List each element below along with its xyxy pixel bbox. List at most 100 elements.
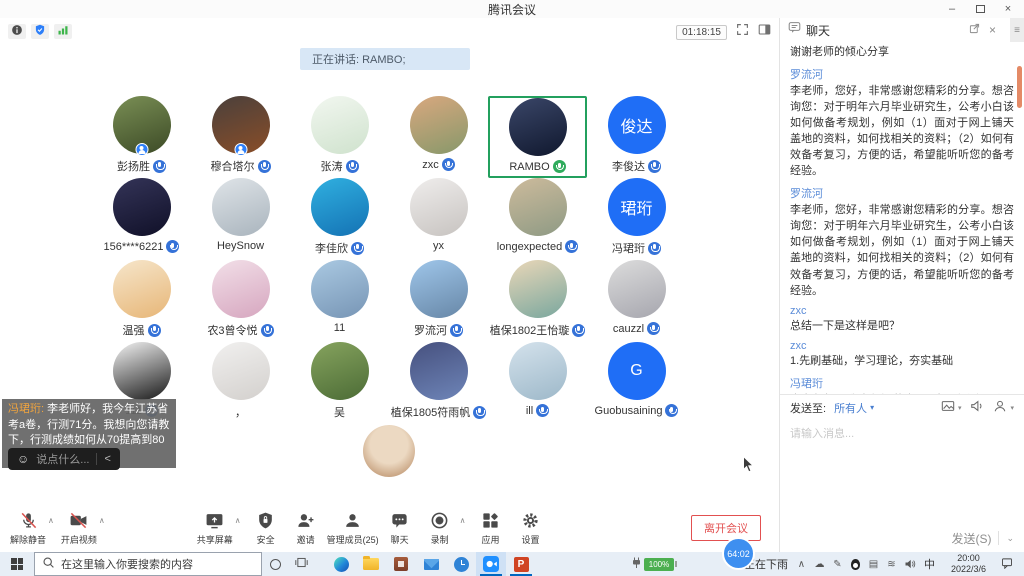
floating-call-timer[interactable]: 64:02	[722, 537, 755, 570]
network-icon[interactable]: ≋	[886, 559, 897, 570]
taskbar-app-mail[interactable]	[416, 552, 446, 576]
battery-indicator[interactable]: 100%	[632, 557, 674, 572]
participant-tile[interactable]: 俊达 李俊达	[587, 96, 686, 178]
participant-tile[interactable]: zxc	[389, 96, 488, 178]
chevron-up-icon[interactable]: ∧	[460, 516, 466, 525]
system-tray: 正在下雨 ∧☁✎▤≋ 中 20:00 2022/3/6	[744, 552, 1024, 576]
leave-meeting-button[interactable]: 离开会议	[691, 515, 761, 541]
participant-name: 李俊达	[612, 158, 645, 174]
network-quality-button[interactable]	[54, 24, 72, 39]
qq-icon[interactable]	[850, 559, 861, 570]
toolbar-apps-button[interactable]: 应用	[471, 511, 509, 546]
hidden-icons-icon[interactable]: ∧	[796, 559, 807, 570]
toolbar-settings-button[interactable]: 设置	[511, 511, 549, 546]
participant-tile[interactable]: RAMBO	[488, 96, 587, 178]
chevron-down-icon[interactable]: ▾	[1010, 404, 1014, 412]
popout-icon[interactable]	[969, 23, 980, 37]
layout-switch-icon[interactable]	[758, 23, 771, 41]
pen-icon[interactable]: ✎	[832, 559, 843, 570]
chat-input-area[interactable]: 请输入消息...	[780, 420, 1024, 524]
participant-name: 吴	[334, 404, 345, 420]
chevron-down-icon[interactable]: ▾	[958, 404, 962, 412]
participant-name: 植保1805符雨帆	[391, 404, 470, 420]
screenshot-icon[interactable]	[941, 399, 955, 416]
taskbar-app-explorer[interactable]	[356, 552, 386, 576]
taskbar-clock[interactable]: 20:00 2022/3/6	[951, 553, 986, 575]
send-button[interactable]: 发送(S)	[951, 530, 991, 547]
participant-tile[interactable]: 穆合塔尔	[191, 96, 290, 178]
fullscreen-icon[interactable]	[736, 23, 749, 41]
chat-scrollbar[interactable]	[1017, 66, 1022, 108]
participant-tile[interactable]: 彭扬胜	[92, 96, 191, 178]
mention-icon[interactable]	[993, 399, 1007, 416]
participant-tile[interactable]: G Guobusaining	[587, 342, 686, 424]
briefcase-icon[interactable]: ▤	[868, 559, 879, 570]
ime-indicator[interactable]: 中	[924, 556, 935, 572]
meeting-info-button[interactable]	[8, 24, 26, 39]
start-button[interactable]	[0, 552, 34, 576]
taskbar-search-input[interactable]: 在这里输入你要搜索的内容	[34, 552, 262, 576]
participant-tile[interactable]: 11	[290, 260, 389, 342]
emoji-icon[interactable]: ☺	[17, 453, 29, 465]
toolbar-invite-button[interactable]: 邀请	[287, 511, 325, 546]
avatar	[509, 98, 567, 156]
chevron-up-icon[interactable]: ∧	[48, 516, 54, 525]
chevron-up-icon[interactable]: ∧	[235, 516, 241, 525]
chat-close-icon[interactable]: ×	[989, 23, 996, 37]
mic-icon	[148, 324, 161, 337]
collapse-icon[interactable]: <	[104, 453, 110, 465]
participant-tile[interactable]: 植保1805符雨帆	[389, 342, 488, 424]
task-view-button[interactable]	[288, 552, 314, 576]
send-options-icon[interactable]: ⌄	[1006, 533, 1014, 544]
toolbar-mic-off-button[interactable]: 解除静音	[9, 511, 47, 546]
taskbar-app-edge[interactable]	[326, 552, 356, 576]
mic-off-icon	[19, 511, 38, 531]
quick-chat-bubble[interactable]: ☺ 说点什么... <	[8, 448, 120, 470]
taskbar-app-powerpoint[interactable]: P	[506, 552, 536, 576]
toolbar-chat-button[interactable]: 聊天	[381, 511, 419, 546]
participant-tile[interactable]: 李佳欣	[290, 178, 389, 260]
participant-tile[interactable]: 156****6221	[92, 178, 191, 260]
participant-tile[interactable]: HeySnow	[191, 178, 290, 260]
volume-icon[interactable]	[904, 558, 916, 570]
participant-tile[interactable]: longexpected	[488, 178, 587, 260]
participant-tile[interactable]: 罗流河	[389, 260, 488, 342]
participant-tile[interactable]: 农3曾令悦	[191, 260, 290, 342]
toolbar-members-button[interactable]: 管理成员(25)	[327, 511, 379, 546]
minimize-button[interactable]: –	[938, 0, 966, 18]
taskbar-app-clock[interactable]	[446, 552, 476, 576]
avatar: 俊达	[608, 96, 666, 154]
participant-name: 张涛	[321, 158, 343, 174]
participant-tile[interactable]: ill	[488, 342, 587, 424]
cloud-icon[interactable]: ☁	[814, 559, 825, 570]
invite-icon	[296, 511, 315, 531]
toolbar-shield-button[interactable]: 安全	[247, 511, 285, 546]
toolbar-record-button[interactable]: 录制	[421, 511, 459, 546]
participant-tile[interactable]: ，	[191, 342, 290, 424]
chevron-up-icon[interactable]: ∧	[99, 516, 105, 525]
participant-avatar-hippo[interactable]	[363, 425, 415, 477]
participant-tile[interactable]: cauzzl	[587, 260, 686, 342]
maximize-button[interactable]	[966, 0, 994, 18]
quick-chat-placeholder[interactable]: 说点什么...	[36, 451, 89, 467]
participant-name: RAMBO	[509, 161, 549, 173]
hamburger-menu-icon[interactable]: ≡	[1010, 18, 1024, 42]
participant-tile[interactable]: yx	[389, 178, 488, 260]
action-center-button[interactable]	[994, 552, 1020, 576]
participant-tile[interactable]: 植保1802王怡璇	[488, 260, 587, 342]
participant-tile[interactable]: 吴	[290, 342, 389, 424]
send-to-selector[interactable]: 所有人	[834, 400, 867, 416]
meeting-protection-button[interactable]	[31, 24, 49, 39]
toolbar-label: 应用	[481, 533, 499, 546]
toolbar-share-screen-button[interactable]: 共享屏幕	[196, 511, 234, 546]
announcement-icon[interactable]	[970, 399, 984, 416]
participant-tile[interactable]: 温强	[92, 260, 191, 342]
toolbar-cam-off-button[interactable]: 开启视频	[60, 511, 98, 546]
taskbar-app-meeting[interactable]	[476, 552, 506, 576]
participant-tile[interactable]: 张涛	[290, 96, 389, 178]
taskbar-app-store[interactable]	[386, 552, 416, 576]
participant-tile[interactable]: 珺珩 冯珺珩	[587, 178, 686, 260]
close-button[interactable]: ×	[994, 0, 1022, 18]
chevron-down-icon[interactable]: ▾	[870, 403, 874, 412]
cortana-button[interactable]	[262, 552, 288, 576]
